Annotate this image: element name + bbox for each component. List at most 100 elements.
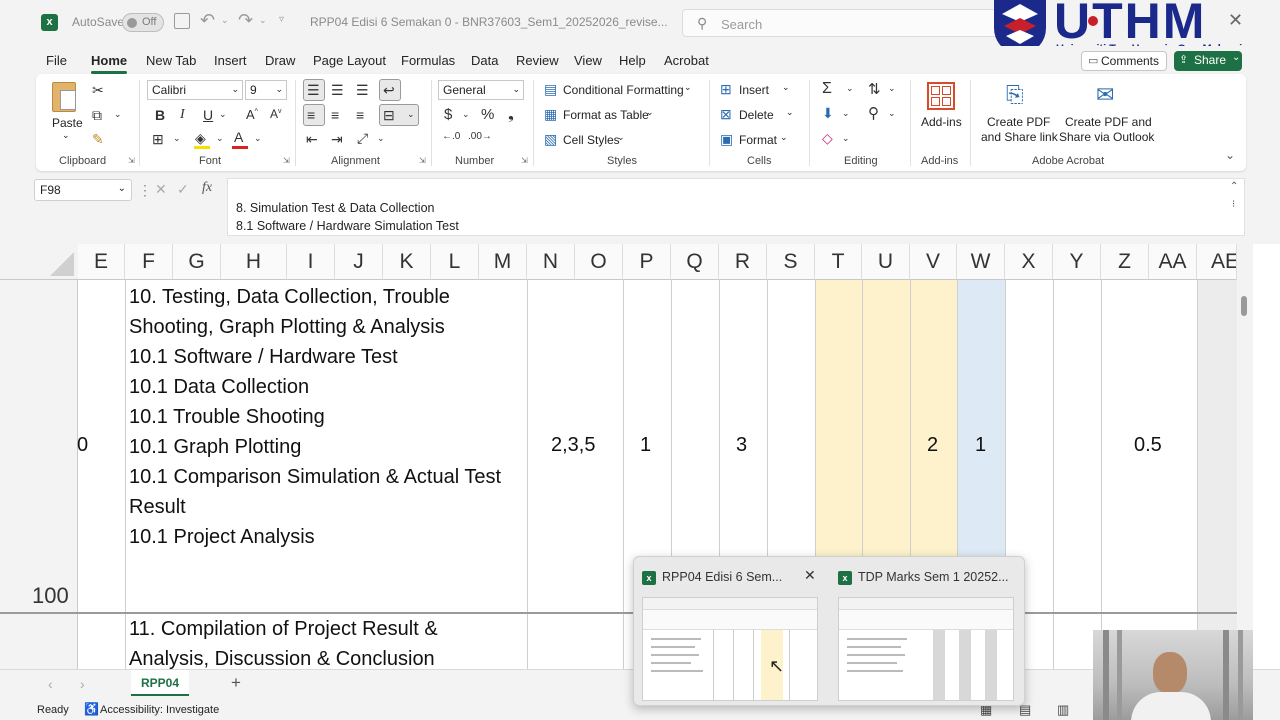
task-description-cell[interactable]: 10. Testing, Data Collection, Trouble Sh… [129,282,525,552]
col-header-f[interactable]: F [125,244,173,280]
menu-file[interactable]: File [46,53,67,68]
find-select-icon[interactable]: ⚲ [868,104,879,122]
col-header-n[interactable]: N [527,244,575,280]
italic-icon[interactable]: I [180,107,185,123]
col-header-aa[interactable]: AA [1149,244,1197,280]
col-header-l[interactable]: L [431,244,479,280]
font-family-select[interactable]: Calibri ⌄ [147,80,243,100]
menu-insert[interactable]: Insert [214,53,247,68]
bottom-align-icon[interactable]: ☰ [356,82,369,99]
clear-dropdown-icon[interactable]: ⌄ [842,133,850,144]
close-window-icon[interactable]: ✕ [1228,10,1243,31]
align-right-icon[interactable]: ≡ [356,107,364,123]
autosum-dropdown-icon[interactable]: ⌄ [846,83,854,94]
cut-icon[interactable]: ✂ [92,82,104,99]
document-title[interactable]: RPP04 Edisi 6 Semakan 0 - BNR37603_Sem1_… [310,15,668,29]
orientation-dropdown-icon[interactable]: ⌄ [377,133,385,144]
font-size-select[interactable]: 9 ⌄ [245,80,287,100]
col-header-ae[interactable]: AE [1197,244,1237,280]
col-header-i[interactable]: I [287,244,335,280]
redo-dropdown-icon[interactable]: ⌄ [259,15,267,26]
redo-icon[interactable]: ↷ [238,10,253,31]
select-all-corner[interactable] [0,244,78,280]
formula-collapse-icon[interactable]: ⌃ [1230,181,1238,192]
add-sheet-icon[interactable]: + [231,673,241,693]
clear-icon[interactable]: ◇ [822,130,833,147]
fill-icon[interactable]: ⬇ [822,105,834,122]
row-header-100[interactable]: 100 [32,583,69,609]
orientation-icon[interactable]: ⤢ [357,130,368,147]
decrease-font-icon[interactable]: Av [270,107,282,121]
more-options-icon[interactable]: ⋮ [138,182,152,199]
decrease-decimal-icon[interactable]: .00→ [468,131,492,142]
autosum-icon[interactable]: Σ [822,80,832,98]
col-header-q[interactable]: Q [671,244,719,280]
sort-filter-icon[interactable]: ⇅ [868,80,881,98]
decrease-indent-icon[interactable]: ⇤ [306,131,318,148]
quick-access-customize-icon[interactable]: ▿ [279,14,284,25]
cell-v-value[interactable]: 2 [927,434,938,457]
cell-styles-button[interactable]: ▧ Cell Styles ⌄ [542,130,642,150]
currency-dropdown-icon[interactable]: ⌄ [462,109,470,120]
col-header-g[interactable]: G [173,244,221,280]
menu-page-layout[interactable]: Page Layout [313,53,386,68]
top-align-button[interactable]: ☰ [303,79,325,101]
cell-n-value[interactable]: 2,3,5 [551,434,595,457]
conditional-formatting-button[interactable]: ▤ Conditional Formatting ⌄ [542,80,702,100]
autosave-toggle[interactable]: Off [122,13,164,32]
name-box[interactable]: F98 ⌄ [34,179,132,201]
scroll-tabs-left-icon[interactable]: ‹ [48,676,53,692]
insert-function-icon[interactable]: fx [202,180,212,196]
bold-icon[interactable]: B [155,107,165,123]
menu-draw[interactable]: Draw [265,53,295,68]
middle-align-icon[interactable]: ☰ [331,82,344,99]
fill-color-dropdown-icon[interactable]: ⌄ [216,133,224,144]
sheet-tab-rpp04[interactable]: RPP04 [131,670,189,696]
alignment-launcher-icon[interactable]: ⇲ [419,156,426,165]
format-painter-icon[interactable]: ✎ [92,131,104,148]
format-cells-button[interactable]: ▣ Format ⌄ [718,130,798,150]
menu-data[interactable]: Data [471,53,498,68]
insert-cells-button[interactable]: ⊞ Insert ⌄ [718,80,798,100]
col-header-h[interactable]: H [221,244,287,280]
clipboard-launcher-icon[interactable]: ⇲ [128,156,135,165]
increase-decimal-icon[interactable]: ←.0 [442,131,460,142]
preview-card-rpp04[interactable]: x RPP04 Edisi 6 Sem... ✕ ↖ [636,565,820,701]
find-select-dropdown-icon[interactable]: ⌄ [888,108,896,119]
formula-input[interactable]: 8. Simulation Test & Data Collection 8.1… [227,178,1245,236]
menu-review[interactable]: Review [516,53,559,68]
font-launcher-icon[interactable]: ⇲ [283,156,290,165]
col-header-z[interactable]: Z [1101,244,1149,280]
search-box[interactable]: ⚲ Search [682,9,1012,37]
underline-icon[interactable]: U [203,107,213,123]
merge-center-button[interactable]: ⊟ ⌄ [379,104,419,126]
save-icon[interactable] [174,13,190,29]
align-left-button[interactable]: ≡ [303,104,325,126]
align-center-icon[interactable]: ≡ [331,107,339,123]
cell-w-value[interactable]: 1 [975,434,986,457]
create-pdf-outlook-button[interactable]: ✉ Create PDF and Share via Outlook [1058,80,1158,146]
delete-cells-button[interactable]: ⊠ Delete ⌄ [718,105,798,125]
page-break-view-icon[interactable]: ▥ [1057,702,1069,718]
cell-r-value[interactable]: 3 [736,434,747,457]
add-ins-button[interactable]: Add-ins [918,80,964,140]
menu-new-tab[interactable]: New Tab [146,53,196,68]
cell-p-value[interactable]: 1 [640,434,651,457]
col-header-v[interactable]: V [910,244,957,280]
col-header-o[interactable]: O [575,244,623,280]
font-color-dropdown-icon[interactable]: ⌄ [254,133,262,144]
increase-indent-icon[interactable]: ⇥ [331,131,343,148]
fill-dropdown-icon[interactable]: ⌄ [842,108,850,119]
undo-dropdown-icon[interactable]: ⌄ [221,15,229,26]
col-header-x[interactable]: X [1005,244,1053,280]
cancel-icon[interactable]: ✕ [155,181,167,198]
menu-formulas[interactable]: Formulas [401,53,455,68]
col-header-j[interactable]: J [335,244,383,280]
number-launcher-icon[interactable]: ⇲ [521,156,528,165]
undo-icon[interactable]: ↶ [200,10,215,31]
copy-dropdown-icon[interactable]: ⌄ [114,109,122,120]
comma-style-icon[interactable]: ❟ [508,106,514,123]
number-format-select[interactable]: General ⌄ [438,80,524,100]
copy-icon[interactable]: ⧉ [92,107,102,124]
wrap-text-button[interactable]: ↩ [379,79,401,101]
